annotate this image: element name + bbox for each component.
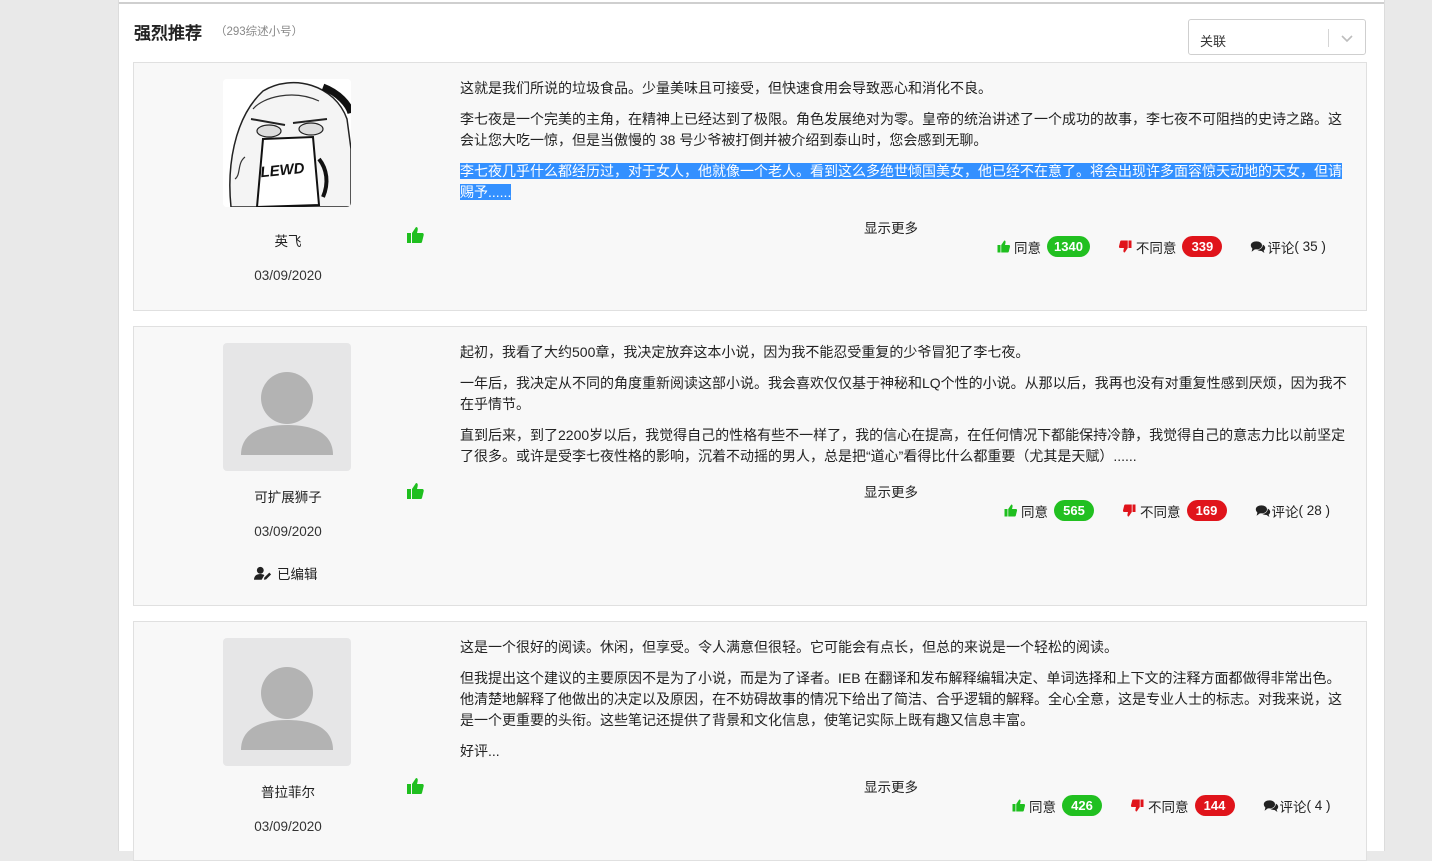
comment-label: 评论 (1279, 799, 1307, 815)
avatar[interactable] (223, 343, 351, 471)
sort-select-value: 关联 (1200, 34, 1227, 49)
review-paragraph: 这就是我们所说的垃圾食品。少量美味且可接受，但快速食用会导致恶心和消化不良。 (460, 80, 992, 96)
review-date: 03/09/2020 (254, 268, 322, 283)
review-date: 03/09/2020 (254, 819, 322, 834)
agree-button[interactable]: 同意 1340 (996, 236, 1090, 257)
thumbs-up-icon (1004, 504, 1018, 517)
edited-indicator: 已编辑 (254, 563, 318, 583)
agree-count-badge: 565 (1054, 500, 1094, 521)
thumbs-up-icon (407, 778, 424, 794)
review-card: 普拉菲尔 03/09/2020 这是一个很好的阅读。休闲，但享受。令人满意但很轻… (133, 621, 1367, 861)
thumbs-down-icon (1122, 504, 1136, 517)
agree-label: 同意 (1029, 799, 1056, 815)
reviews-panel: 强烈推荐 （293综述小号） 关联 LEWD 英飞 03/09/2020 这就是… (118, 0, 1385, 861)
review-paragraph-highlighted: 李七夜几乎什么都经历过，对于女人，他就像一个老人。看到这么多绝世倾国美女，他已经… (460, 161, 1354, 203)
review-paragraph: 起初，我看了大约500章，我决定放弃这本小说，因为我不能忍受重复的少爷冒犯了李七… (460, 344, 1030, 360)
panel-top-border (119, 2, 1384, 4)
show-more-link[interactable]: 显示更多 (864, 776, 918, 796)
comments-icon (1251, 240, 1266, 253)
review-actions: 同意 1340 不同意 339 评论 ( 35 ) (996, 236, 1326, 257)
review-card: 可扩展狮子 03/09/2020 已编辑 起初，我看了大约500章，我决定放弃这… (133, 326, 1367, 606)
agree-count-badge: 426 (1062, 795, 1102, 816)
manga-avatar-image: LEWD (223, 79, 351, 207)
review-paragraph: 李七夜是一个完美的主角，在精神上已经达到了极限。角色发展绝对为零。皇帝的统治讲述… (460, 111, 1342, 148)
thumbs-up-icon (997, 240, 1011, 253)
comment-button[interactable]: 评论 ( 4 ) (1263, 796, 1331, 816)
avatar[interactable]: LEWD (223, 79, 351, 207)
avatar[interactable] (223, 638, 351, 766)
sort-select[interactable]: 关联 (1188, 19, 1366, 55)
sort-select-separator (1328, 29, 1329, 47)
disagree-count-badge: 169 (1186, 500, 1227, 521)
review-content: 起初，我看了大约500章，我决定放弃这本小说，因为我不能忍受重复的少爷冒犯了李七… (460, 342, 1354, 477)
thumbs-down-icon (1118, 240, 1132, 253)
comment-count: ( 35 ) (1294, 239, 1326, 254)
thumbs-down-icon (1130, 799, 1144, 812)
disagree-label: 不同意 (1140, 504, 1181, 520)
comment-button[interactable]: 评论 ( 35 ) (1250, 237, 1326, 257)
disagree-count-badge: 144 (1194, 795, 1235, 816)
comment-button[interactable]: 评论 ( 28 ) (1255, 501, 1331, 521)
review-paragraph: 这是一个很好的阅读。休闲，但享受。令人满意但很轻。它可能会有点长，但总的来说是一… (460, 639, 1118, 655)
thumbs-up-icon (1012, 799, 1026, 812)
review-username[interactable]: 普拉菲尔 (188, 781, 388, 801)
review-actions: 同意 565 不同意 169 评论 ( 28 ) (1003, 500, 1330, 521)
review-username[interactable]: 英飞 (188, 230, 388, 250)
comment-count: ( 28 ) (1298, 503, 1331, 518)
disagree-count-badge: 339 (1182, 236, 1223, 257)
agree-label: 同意 (1014, 240, 1041, 256)
selected-text: 李七夜几乎什么都经历过，对于女人，他就像一个老人。看到这么多绝世倾国美女，他已经… (460, 163, 1342, 200)
thumbs-up-icon (407, 483, 424, 499)
comment-count: ( 4 ) (1306, 798, 1331, 813)
review-date: 03/09/2020 (254, 524, 322, 539)
review-actions: 同意 426 不同意 144 评论 ( 4 ) (1011, 795, 1331, 816)
disagree-label: 不同意 (1135, 240, 1177, 256)
default-user-icon (241, 667, 333, 750)
review-username[interactable]: 可扩展狮子 (188, 486, 388, 506)
edited-label: 已编辑 (277, 567, 318, 582)
agree-button[interactable]: 同意 426 (1011, 795, 1102, 816)
agree-label: 同意 (1021, 504, 1048, 520)
section-subtitle: （293综述小号） (215, 26, 304, 38)
user-edit-icon (254, 566, 272, 580)
disagree-button[interactable]: 不同意 144 (1130, 795, 1235, 816)
comment-label: 评论 (1271, 504, 1299, 520)
show-more-link[interactable]: 显示更多 (864, 217, 918, 237)
agree-button[interactable]: 同意 565 (1003, 500, 1094, 521)
review-content: 这就是我们所说的垃圾食品。少量美味且可接受，但快速食用会导致恶心和消化不良。 李… (460, 78, 1354, 213)
review-card: LEWD 英飞 03/09/2020 这就是我们所说的垃圾食品。少量美味且可接受… (133, 62, 1367, 311)
section-title: 强烈推荐 (134, 24, 202, 43)
comments-icon (1255, 504, 1270, 517)
show-more-link[interactable]: 显示更多 (864, 481, 918, 501)
comment-label: 评论 (1267, 240, 1295, 256)
chevron-down-icon (1341, 35, 1353, 43)
default-user-icon (241, 372, 333, 455)
review-paragraph: 但我提出这个建议的主要原因不是为了小说，而是为了译者。IEB 在翻译和发布解释编… (460, 670, 1342, 728)
review-paragraph: 一年后，我决定从不同的角度重新阅读这部小说。我会喜欢仅仅基于神秘和LQ个性的小说… (460, 375, 1347, 412)
review-paragraph: 直到后来，到了2200岁以后，我觉得自己的性格有些不一样了，我的信心在提高，在任… (460, 427, 1346, 464)
comments-icon (1263, 799, 1278, 812)
disagree-label: 不同意 (1148, 799, 1189, 815)
thumbs-up-icon (407, 227, 424, 243)
review-paragraph: 好评... (460, 743, 500, 759)
review-content: 这是一个很好的阅读。休闲，但享受。令人满意但很轻。它可能会有点长，但总的来说是一… (460, 637, 1354, 772)
agree-count-badge: 1340 (1047, 236, 1090, 257)
disagree-button[interactable]: 不同意 169 (1122, 500, 1227, 521)
disagree-button[interactable]: 不同意 339 (1118, 236, 1223, 257)
